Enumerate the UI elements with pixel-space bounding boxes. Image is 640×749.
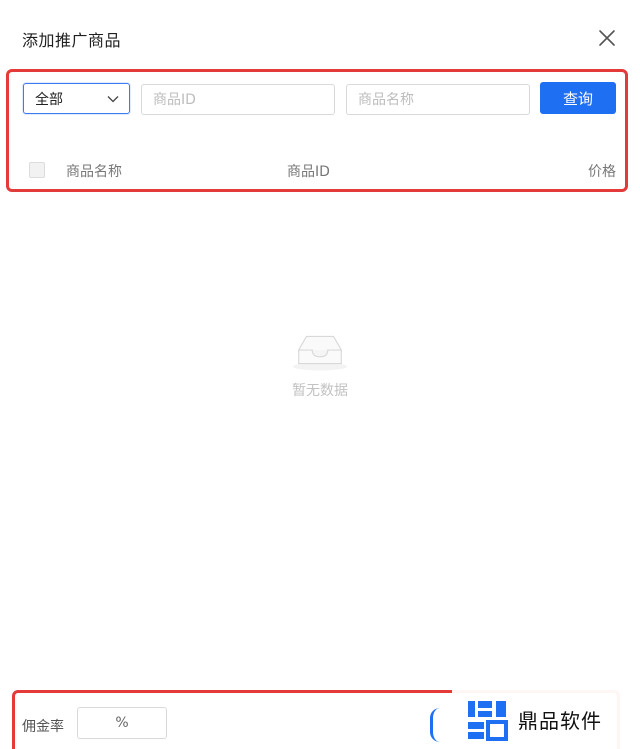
watermark: 鼎品软件	[452, 690, 620, 749]
column-header-price: 价格	[588, 164, 616, 180]
watermark-text: 鼎品软件	[518, 709, 602, 733]
commission-rate-input[interactable]: %	[77, 707, 167, 739]
category-select-value: 全部	[35, 91, 63, 108]
column-header-id: 商品ID	[287, 164, 330, 180]
product-name-input[interactable]	[346, 84, 530, 115]
close-icon[interactable]	[597, 28, 617, 48]
chevron-down-icon	[107, 96, 119, 103]
confirm-button-edge[interactable]	[430, 708, 442, 742]
column-header-name: 商品名称	[66, 164, 122, 180]
product-id-input[interactable]	[141, 84, 335, 115]
dialog-title: 添加推广商品	[22, 31, 122, 50]
select-all-checkbox[interactable]	[29, 162, 45, 178]
empty-state-text: 暂无数据	[292, 383, 348, 399]
query-button[interactable]: 查询	[540, 82, 616, 114]
empty-inbox-icon	[292, 335, 348, 371]
percent-suffix: %	[115, 715, 129, 731]
empty-state: 暂无数据	[280, 330, 360, 410]
commission-rate-label: 佣金率	[22, 719, 64, 735]
add-promoted-product-dialog: 添加推广商品 全部 查询 商品名称 商品ID 价格 暂无数据 佣金率 %	[0, 0, 640, 749]
category-select[interactable]: 全部	[23, 83, 130, 114]
table-header: 商品名称 商品ID 价格	[0, 152, 640, 186]
brand-logo-icon	[468, 700, 508, 741]
